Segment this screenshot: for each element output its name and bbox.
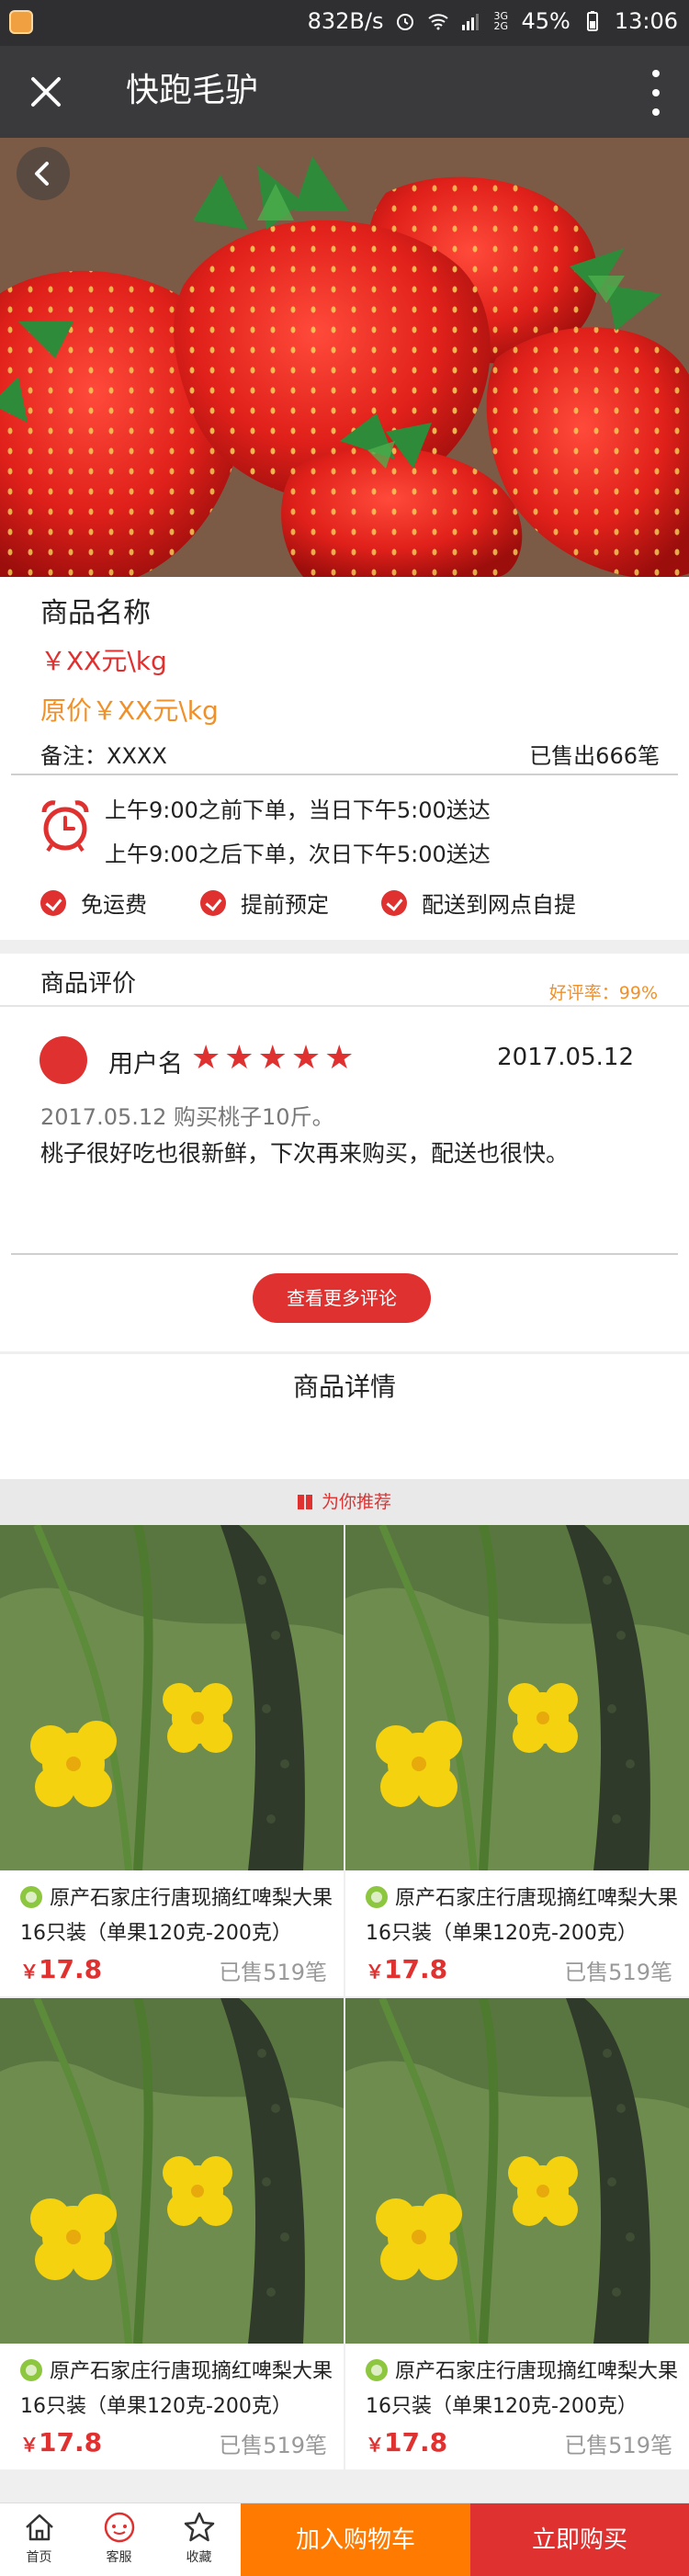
review-stars: ★ ★ ★ ★ ★ [191,1042,354,1075]
more-reviews-button[interactable]: 查看更多评论 [253,1273,431,1323]
product-card-sold: 已售519笔 [219,1960,327,1985]
feature-preorder: 提前预定 [200,887,329,919]
product-sold-count: 已售出666笔 [529,743,660,769]
cucumber-flower-image [0,1998,344,2344]
product-card-price: ￥17.8 [366,2427,448,2457]
star-icon: ★ [324,1039,355,1077]
product-card-sold: 已售519笔 [219,2433,327,2458]
star-icon: ★ [290,1039,322,1077]
product-card[interactable]: 原产石家庄行唐现摘红啤梨大果16只装（单果120克-200克） ￥17.8 已售… [0,1525,344,1996]
divider [11,774,678,775]
battery-level: 45% [521,8,570,34]
app-notification-icon [9,10,33,34]
network-speed: 832B/s [307,8,384,34]
product-name: 商品名称 [40,597,151,629]
product-note: 备注：XXXX [40,743,167,769]
add-to-cart-button[interactable]: 加入购物车 [241,2503,470,2576]
close-icon[interactable] [24,70,68,114]
product-image [345,1525,689,1870]
product-card[interactable]: 原产石家庄行唐现摘红啤梨大果16只装（单果120克-200克） ￥17.8 已售… [345,1998,689,2469]
customer-service-icon [104,2512,134,2543]
feature-pickup: 配送到网点自提 [381,887,576,919]
battery-icon [586,11,598,31]
divider [0,1005,689,1007]
review-heading: 商品评价 [40,970,137,998]
leaf-icon [20,2359,42,2381]
feature-label: 配送到网点自提 [422,892,576,918]
tab-favorite[interactable]: 收藏 [160,2503,238,2576]
network-type: 3G 2G [493,10,509,32]
star-icon: ★ [191,1039,221,1077]
feature-label: 提前预定 [241,892,329,918]
tab-service-label: 客服 [106,2550,132,2565]
product-card-sold: 已售519笔 [564,2433,672,2458]
review-text: 桃子很好吃也很新鲜，下次再来购买，配送也很快。 [40,1140,570,1167]
back-arrow-icon[interactable] [17,147,70,200]
leaf-icon [20,1886,42,1908]
delivery-rule: 上午9:00之前下单，当日下午5:00送达 [105,797,491,823]
cucumber-flower-image [345,1525,689,1870]
recommend-heading: 为你推荐 [321,1492,391,1512]
product-card-name: 原产石家庄行唐现摘红啤梨大果16只装（单果120克-200克） [366,1886,679,1945]
signal-icon [462,14,480,30]
tab-home-label: 首页 [26,2550,52,2565]
star-icon: ★ [224,1039,254,1077]
details-heading: 商品详情 [292,1372,396,1402]
tab-service[interactable]: 客服 [80,2503,158,2576]
product-card-name: 原产石家庄行唐现摘红啤梨大果16只装（单果120克-200克） [366,2359,679,2418]
avatar [40,1036,87,1084]
good-rate: 好评率：99% [548,983,658,1003]
recommend-header: 为你推荐 [0,1479,689,1525]
more-options-icon[interactable] [650,70,661,116]
status-bar: 832B/s 3G 2G 45% 13:06 [0,0,689,46]
alarm-icon [397,14,414,30]
star-outline-icon [184,2512,214,2542]
tab-home[interactable]: 首页 [0,2503,78,2576]
buy-now-button[interactable]: 立即购买 [470,2503,689,2576]
review-username: 用户名 [108,1050,183,1079]
product-card-sold: 已售519笔 [564,1960,672,1985]
cucumber-flower-image [0,1525,344,1870]
clock-time: 13:06 [614,8,678,34]
alarm-clock-icon [41,800,89,853]
product-hero-image [0,138,689,577]
product-card[interactable]: 原产石家庄行唐现摘红啤梨大果16只装（单果120克-200克） ￥17.8 已售… [0,1998,344,2469]
check-icon [200,889,226,916]
product-card-price: ￥17.8 [20,1954,103,1984]
star-icon: ★ [257,1039,288,1077]
product-price: ￥XX元\kg [40,646,167,676]
divider [11,1253,678,1255]
product-original-price: 原价￥XX元\kg [40,695,219,726]
wifi-icon [428,14,449,30]
product-card-price: ￥17.8 [366,1954,448,1984]
bottom-action-bar: 首页 客服 收藏 加入购物车 立即购买 [0,2503,689,2576]
review-date: 2017.05.12 [497,1044,634,1071]
app-header: 快跑毛驴 [0,46,689,138]
product-image [0,1525,344,1870]
product-info-card: 商品名称 ￥XX元\kg 原价￥XX元\kg 备注：XXXX 已售出666笔 上… [0,577,689,940]
tab-favorite-label: 收藏 [186,2550,212,2565]
feature-label: 免运费 [81,892,147,918]
leaf-icon [366,2359,388,2381]
check-icon [40,889,66,916]
gift-icon [297,1495,312,1509]
leaf-icon [366,1886,388,1908]
product-image [345,1998,689,2344]
page-title: 快跑毛驴 [126,72,259,109]
product-image [0,1998,344,2344]
review-section: 商品评价 好评率：99% 用户名 ★ ★ ★ ★ ★ 2017.05.12 20… [0,954,689,1351]
cucumber-flower-image [345,1998,689,2344]
review-purchase-info: 2017.05.12 购买桃子10斤。 [40,1104,334,1130]
status-bar-right: 832B/s 3G 2G 45% 13:06 [308,8,678,34]
product-card-name: 原产石家庄行唐现摘红啤梨大果16只装（单果120克-200克） [20,1886,333,1945]
product-card-price: ￥17.8 [20,2427,103,2457]
product-details-section: 商品详情 [0,1354,689,1479]
product-card[interactable]: 原产石家庄行唐现摘红啤梨大果16只装（单果120克-200克） ￥17.8 已售… [345,1525,689,1996]
check-icon [381,889,407,916]
delivery-rule: 上午9:00之后下单，次日下午5:00送达 [105,842,491,867]
product-card-name: 原产石家庄行唐现摘红啤梨大果16只装（单果120克-200克） [20,2359,333,2418]
home-icon [25,2514,53,2541]
feature-free-shipping: 免运费 [40,887,147,919]
strawberry-image [0,138,689,577]
